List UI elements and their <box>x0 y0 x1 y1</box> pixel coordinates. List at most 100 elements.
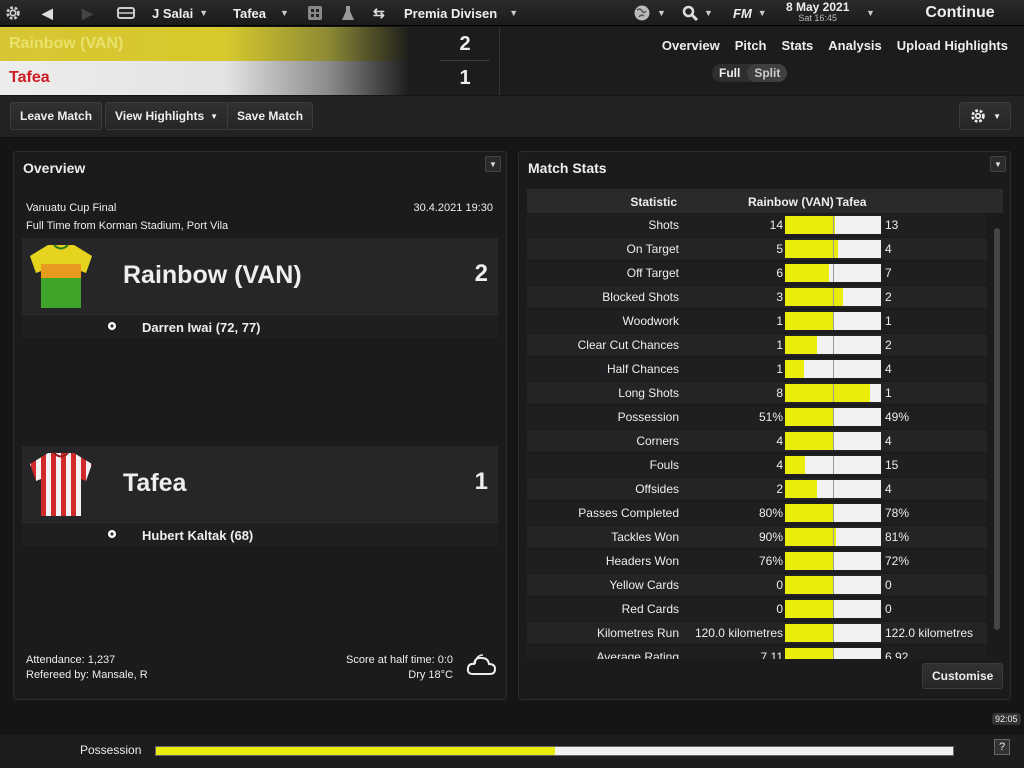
stats-scrollbar[interactable] <box>994 228 1000 630</box>
weather-label: Dry 18°C <box>408 669 453 681</box>
date-menu[interactable]: 8 May 2021 Sat 16:45 <box>786 0 849 26</box>
view-full-button[interactable]: Full <box>712 64 747 82</box>
search-icon <box>682 5 698 21</box>
back-button[interactable]: ◀ <box>42 0 53 26</box>
forward-arrow-icon: ▶ <box>82 4 93 21</box>
stat-row: Long Shots 8 1 <box>527 382 987 404</box>
inbox-button[interactable] <box>117 0 135 26</box>
competition-menu[interactable]: Premia Divisen ▼ <box>404 0 518 26</box>
away-team-score: 1 <box>474 468 488 495</box>
continue-button[interactable]: Continue <box>904 0 1016 26</box>
customise-button[interactable]: Customise <box>922 663 1004 689</box>
overview-panel-menu[interactable]: ▼ <box>485 156 501 172</box>
stat-away-value: 1 <box>885 314 892 328</box>
manager-name: J Salai <box>152 5 194 21</box>
home-team-strip[interactable]: Rainbow (VAN) <box>0 27 410 61</box>
bottom-bar: Possession 92:05 ? <box>0 713 1024 768</box>
chevron-down-icon: ▼ <box>704 8 713 18</box>
stat-label: Average Rating <box>596 650 680 659</box>
stat-home-value: 76% <box>758 554 783 568</box>
chevron-down-icon: ▼ <box>994 159 1002 169</box>
col-statistic[interactable]: Statistic <box>630 195 677 209</box>
stat-comparison-bar <box>785 624 881 642</box>
tab-pitch[interactable]: Pitch <box>735 38 767 53</box>
col-home-team[interactable]: Rainbow (VAN) <box>748 195 834 209</box>
transfers-button[interactable]: ⇆ <box>373 0 385 26</box>
view-highlights-label: View Highlights <box>115 109 205 123</box>
stat-home-value: 80% <box>758 506 783 520</box>
stat-away-value: 4 <box>885 242 892 256</box>
away-score: 1 <box>459 67 471 89</box>
stat-bar-midline <box>833 552 834 570</box>
football-icon <box>107 319 117 334</box>
save-match-button[interactable]: Save Match <box>227 102 314 130</box>
match-stats-panel: Match Stats ▼ Statistic Rainbow (VAN) Ta… <box>518 151 1011 700</box>
stat-bar-fill <box>785 480 817 498</box>
science-button[interactable] <box>341 0 355 26</box>
home-scorers-row: Darren Iwai (72, 77) <box>22 314 498 338</box>
home-team-block[interactable]: Rainbow (VAN) 2 <box>22 238 498 314</box>
settings-menu[interactable] <box>4 0 22 26</box>
possession-label: Possession <box>80 743 142 757</box>
chevron-down-icon[interactable]: ▼ <box>866 8 875 18</box>
halftime-score: Score at half time: 0:0 <box>346 654 453 666</box>
club-menu[interactable]: Tafea ▼ <box>233 0 289 26</box>
stat-comparison-bar <box>785 480 881 498</box>
continue-label: Continue <box>925 4 995 21</box>
stat-bar-fill <box>785 624 833 642</box>
stat-bar-midline <box>833 360 834 378</box>
stat-comparison-bar <box>785 408 881 426</box>
match-toolbar: Leave Match View Highlights ▼ Save Match … <box>0 96 1024 138</box>
stat-bar-fill <box>785 240 839 258</box>
tab-stats[interactable]: Stats <box>782 38 814 53</box>
stat-away-value: 81% <box>885 530 910 544</box>
venue-label: Full Time from Korman Stadium, Port Vila <box>26 220 229 232</box>
stat-bar-midline <box>833 648 834 659</box>
calculator-button[interactable] <box>307 0 323 26</box>
competition-name: Premia Divisen <box>404 5 498 21</box>
stat-comparison-bar <box>785 528 881 546</box>
stat-away-value: 122.0 kilometres <box>885 626 974 640</box>
leave-match-button[interactable]: Leave Match <box>10 102 103 130</box>
stat-comparison-bar <box>785 240 881 258</box>
stat-row: Corners 4 4 <box>527 430 987 452</box>
forward-button[interactable]: ▶ <box>82 0 93 26</box>
manager-menu[interactable]: J Salai ▼ <box>152 0 208 26</box>
stat-home-value: 4 <box>776 458 783 472</box>
save-match-label: Save Match <box>237 109 304 123</box>
home-team-score: 2 <box>474 260 488 287</box>
help-icon[interactable]: ? <box>994 739 1010 755</box>
stat-label: Headers Won <box>605 554 679 568</box>
stat-bar-midline <box>833 336 834 354</box>
home-team-title: Rainbow (VAN) <box>123 261 302 289</box>
fm-menu[interactable]: FM ▼ <box>733 0 767 26</box>
search-menu[interactable]: ▼ <box>682 0 713 26</box>
stat-bar-fill <box>785 648 834 659</box>
stat-row: Average Rating 7.11 6.92 <box>527 646 987 659</box>
cloud-icon <box>465 652 497 683</box>
stats-panel-menu[interactable]: ▼ <box>990 156 1006 172</box>
stat-row: Headers Won 76% 72% <box>527 550 987 572</box>
tab-overview[interactable]: Overview <box>662 38 720 53</box>
stat-label: Half Chances <box>606 362 679 376</box>
match-datetime: 30.4.2021 19:30 <box>413 202 493 214</box>
away-team-strip[interactable]: Tafea <box>0 61 410 95</box>
stat-bar-fill <box>785 552 835 570</box>
stat-home-value: 0 <box>776 578 783 592</box>
col-away-team[interactable]: Tafea <box>836 195 866 209</box>
stat-home-value: 1 <box>776 362 783 376</box>
tab-upload-highlights[interactable]: Upload Highlights <box>897 38 1008 53</box>
stat-home-value: 51% <box>758 410 783 424</box>
customise-label: Customise <box>932 669 994 683</box>
leave-match-label: Leave Match <box>20 109 93 123</box>
stat-bar-midline <box>833 312 834 330</box>
header-divider <box>499 27 500 95</box>
stat-away-value: 4 <box>885 362 892 376</box>
globe-menu[interactable]: ▼ <box>633 0 666 26</box>
away-team-block[interactable]: Tafea 1 <box>22 446 498 522</box>
toolbar-settings-button[interactable]: ▼ <box>959 102 1011 130</box>
view-highlights-button[interactable]: View Highlights ▼ <box>105 102 229 130</box>
view-split-button[interactable]: Split <box>747 64 788 82</box>
tab-analysis[interactable]: Analysis <box>828 38 881 53</box>
stat-row: Fouls 4 15 <box>527 454 987 476</box>
